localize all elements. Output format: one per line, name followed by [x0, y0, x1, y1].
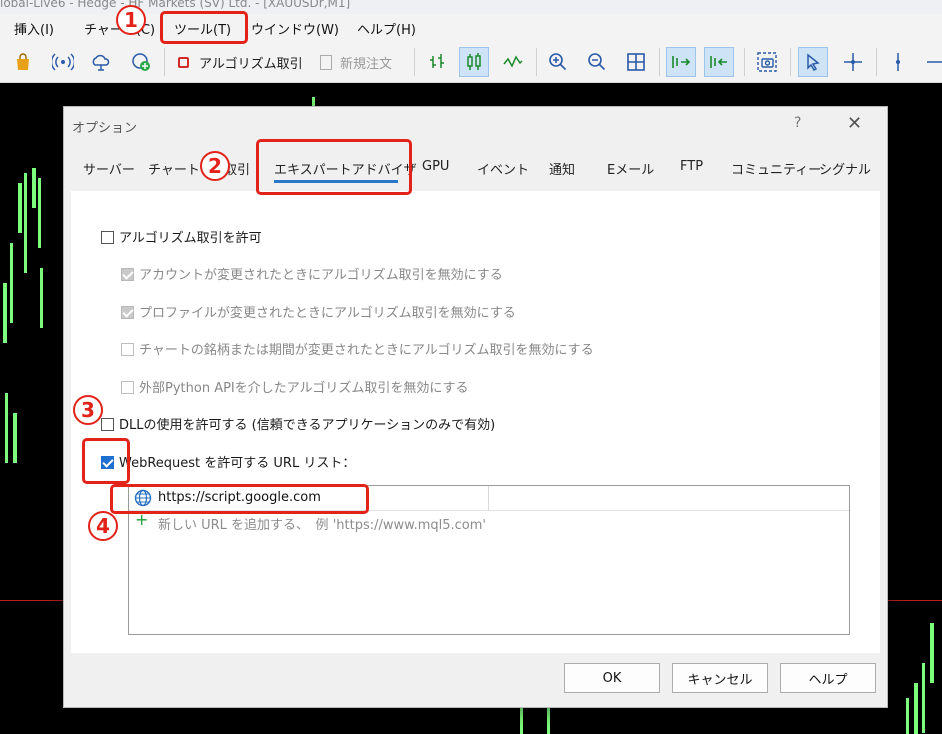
candlestick-icon[interactable]: [459, 47, 489, 77]
vps-add-icon[interactable]: [126, 47, 156, 77]
tab-chart[interactable]: チャート: [148, 159, 200, 178]
tab-email[interactable]: Eメール: [607, 159, 654, 178]
candle: [922, 663, 925, 733]
candle: [18, 183, 22, 233]
allow-algo-checkbox[interactable]: [101, 231, 114, 244]
help-button[interactable]: ヘルプ: [780, 663, 876, 693]
tab-ftp[interactable]: FTP: [680, 159, 703, 174]
help-icon[interactable]: ?: [794, 115, 801, 131]
tab-server[interactable]: サーバー: [83, 159, 135, 178]
candle: [24, 173, 27, 273]
menu-help[interactable]: ヘルプ(H): [357, 19, 416, 38]
cloud-icon[interactable]: [86, 47, 116, 77]
allow-dll-label: DLLの使用を許可する (信頼できるアプリケーションのみで有効): [119, 418, 496, 433]
candle: [906, 698, 909, 734]
toolbar-separator: [536, 48, 537, 76]
tab-events[interactable]: イベント: [477, 159, 529, 178]
candle: [930, 623, 934, 683]
allow-algo-label: アルゴリズム取引を許可: [119, 231, 262, 246]
toolbar-separator: [744, 48, 745, 76]
dialog-title: オプション: [72, 121, 138, 136]
candle: [32, 168, 36, 208]
tab-signals[interactable]: シグナル: [819, 159, 871, 178]
plus-icon: +: [135, 510, 149, 529]
disable-python-label: 外部Python APIを介したアルゴリズム取引を無効にする: [139, 381, 469, 396]
candle: [3, 283, 7, 343]
add-url-hint: 新しい URL を追加する、 例 'https://www.mql5.com': [158, 518, 486, 533]
toolbar-separator: [414, 48, 415, 76]
allow-webrequest-label: WebRequest を許可する URL リスト：: [119, 456, 356, 471]
tab-gpu[interactable]: GPU: [422, 159, 449, 174]
stop-icon: [178, 56, 189, 68]
candle: [13, 413, 17, 463]
annotation-badge-3: 3: [73, 395, 103, 425]
window-title: lobal-Live6 - Hedge - HF Markets (SV) Lt…: [0, 0, 351, 10]
close-icon[interactable]: ✕: [847, 113, 862, 134]
candle: [38, 178, 41, 248]
candle: [520, 708, 523, 734]
candle: [5, 393, 8, 463]
disable-python-checkbox[interactable]: [121, 381, 134, 394]
zoom-out-icon[interactable]: [582, 47, 612, 77]
disable-on-chart-label: チャートの銘柄または期間が変更されたときにアルゴリズム取引を無効にする: [139, 343, 594, 358]
annotation-box-url: [110, 484, 369, 514]
new-order-icon: [320, 54, 332, 70]
annotation-badge-4: 4: [88, 511, 118, 541]
candle: [914, 683, 918, 734]
disable-on-profile-label: プロファイルが変更されたときにアルゴリズム取引を無効にする: [139, 306, 516, 321]
bar-chart-icon[interactable]: [422, 47, 452, 77]
autoscroll-icon[interactable]: [666, 47, 696, 77]
toolbar-separator: [659, 48, 660, 76]
cancel-button[interactable]: キャンセル: [672, 663, 768, 693]
toolbar-separator: [876, 48, 877, 76]
annotation-box-checkbox: [82, 438, 130, 484]
zoom-in-icon[interactable]: [543, 47, 573, 77]
options-panel: アルゴリズム取引を許可 アカウントが変更されたときにアルゴリズム取引を無効にする…: [71, 191, 880, 653]
disable-on-account-checkbox[interactable]: [121, 268, 134, 281]
new-order-label: 新規注文: [340, 56, 393, 72]
horizontal-line-icon[interactable]: [920, 47, 942, 77]
ok-button[interactable]: OK: [564, 663, 660, 693]
annotation-box-tools: [160, 11, 248, 44]
candle: [10, 243, 13, 323]
disable-on-profile-option[interactable]: プロファイルが変更されたときにアルゴリズム取引を無効にする: [121, 302, 516, 321]
allow-dll-checkbox[interactable]: [101, 418, 114, 431]
annotation-badge-2: 2: [200, 151, 230, 181]
toolbar-separator: [790, 48, 791, 76]
algo-trading-label: アルゴリズム取引: [199, 56, 303, 72]
grid-tile-icon[interactable]: [621, 47, 651, 77]
allow-dll-option[interactable]: DLLの使用を許可する (信頼できるアプリケーションのみで有効): [101, 414, 495, 433]
disable-python-option[interactable]: 外部Python APIを介したアルゴリズム取引を無効にする: [121, 377, 469, 396]
allow-webrequest-option[interactable]: WebRequest を許可する URL リスト：: [101, 452, 355, 471]
line-chart-icon[interactable]: [498, 47, 528, 77]
new-order-button[interactable]: 新規注文: [314, 47, 408, 77]
disable-on-chart-checkbox[interactable]: [121, 343, 134, 356]
candle: [547, 708, 550, 734]
menu-window[interactable]: ウインドウ(W): [251, 19, 339, 38]
market-icon[interactable]: [8, 47, 38, 77]
column-divider: [488, 486, 489, 510]
tab-notifications[interactable]: 通知: [549, 159, 575, 178]
vertical-line-icon[interactable]: [883, 47, 913, 77]
toolbar: アルゴリズム取引 新規注文: [0, 42, 942, 83]
chart-shift-icon[interactable]: [704, 47, 734, 77]
options-dialog: オプション ? ✕ サーバー チャート 取引 エキスパートアドバイザ GPU イ…: [63, 106, 888, 708]
annotation-box-expert-tab: [256, 139, 412, 195]
disable-on-account-label: アカウントが変更されたときにアルゴリズム取引を無効にする: [139, 268, 503, 283]
disable-on-account-option[interactable]: アカウントが変更されたときにアルゴリズム取引を無効にする: [121, 264, 503, 283]
disable-on-profile-checkbox[interactable]: [121, 306, 134, 319]
tab-community[interactable]: コミュニティー: [731, 159, 821, 178]
cursor-icon[interactable]: [798, 47, 828, 77]
toolbar-separator: [164, 48, 165, 76]
crosshair-icon[interactable]: [838, 47, 868, 77]
candle: [40, 268, 43, 328]
menu-insert[interactable]: 挿入(I): [14, 19, 54, 38]
disable-on-chart-option[interactable]: チャートの銘柄または期間が変更されたときにアルゴリズム取引を無効にする: [121, 339, 594, 358]
allow-algo-option[interactable]: アルゴリズム取引を許可: [101, 227, 262, 246]
signal-icon[interactable]: [48, 47, 78, 77]
screenshot-icon[interactable]: [752, 47, 782, 77]
annotation-badge-1: 1: [116, 5, 146, 35]
algo-trading-button[interactable]: アルゴリズム取引: [172, 47, 312, 77]
